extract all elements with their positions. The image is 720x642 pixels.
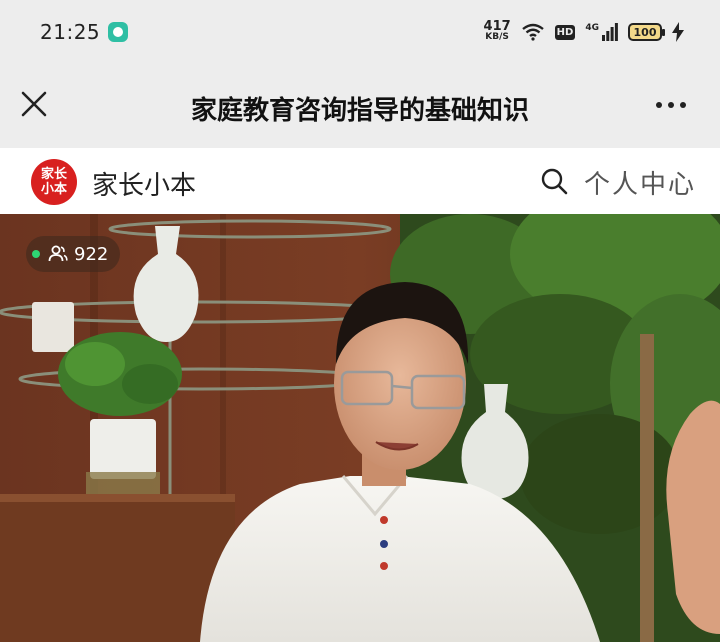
search-button[interactable] [540, 167, 568, 195]
logo-text-line2: 小本 [40, 182, 67, 197]
charging-icon [672, 22, 684, 42]
more-icon-dot [680, 102, 686, 108]
viewers-icon [48, 245, 68, 262]
network-speed-value: 417 [483, 19, 511, 34]
battery-level: 100 [633, 25, 657, 39]
title-bar: 家庭教育咨询指导的基础知识 [0, 64, 720, 148]
logo-text-line1: 家长 [40, 167, 67, 182]
more-button[interactable] [656, 92, 690, 118]
brand-logo[interactable]: 家长 小本 [31, 159, 77, 205]
notification-app-icon [108, 22, 128, 42]
app-header: 家长 小本 家长小本 个人中心 [0, 148, 720, 214]
network-type-label: 4G [585, 23, 599, 33]
battery-icon: 100 [628, 23, 665, 41]
search-icon [541, 168, 568, 195]
network-speed: 417 KB/S [483, 19, 511, 43]
signal-icon: 4G [585, 23, 618, 41]
status-bar: 21:25 417 KB/S HD 4G 100 [0, 0, 720, 64]
live-indicator [32, 250, 40, 258]
brand-name: 家长小本 [92, 171, 197, 201]
hd-badge: HD [554, 24, 576, 40]
profile-center-link[interactable]: 个人中心 [584, 164, 696, 201]
viewer-count: 922 [74, 243, 109, 265]
page-title: 家庭教育咨询指导的基础知识 [190, 96, 529, 126]
video-frame [0, 214, 720, 642]
live-video[interactable]: 922 [0, 214, 720, 642]
more-icon [656, 102, 662, 108]
status-time: 21:25 [40, 20, 101, 44]
wifi-icon [521, 23, 544, 41]
status-indicators: 417 KB/S HD 4G 100 [484, 18, 684, 46]
viewer-count-badge: 922 [26, 236, 121, 272]
more-icon-dot [668, 102, 674, 108]
network-speed-unit: KB/S [485, 32, 509, 42]
